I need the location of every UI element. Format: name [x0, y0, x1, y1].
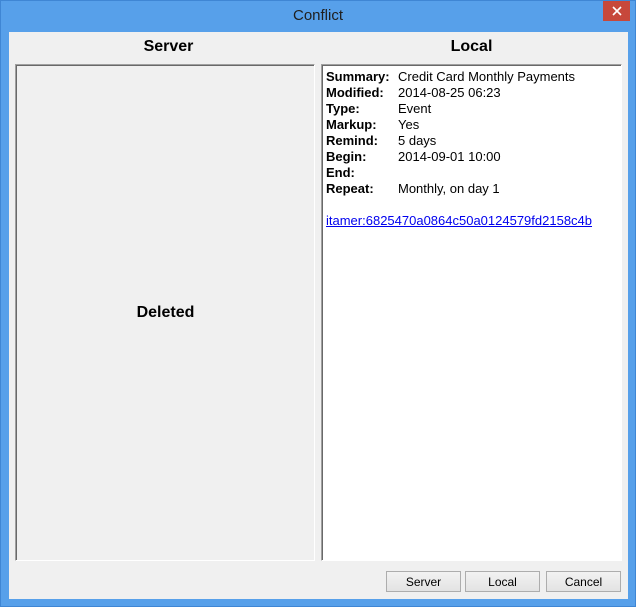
- item-uid-link[interactable]: itamer:6825470a0864c50a0124579fd2158c4b: [326, 213, 621, 229]
- local-header: Local: [450, 38, 493, 55]
- field-value: 5 days: [398, 133, 437, 148]
- field-label: Type:: [326, 101, 360, 116]
- dialog-client-area: Server Local Deleted Summary: Credit Car…: [9, 32, 628, 599]
- field-label: Modified:: [326, 85, 384, 100]
- field-label: Remind:: [326, 133, 378, 148]
- field-value: Yes: [398, 117, 420, 132]
- cancel-button[interactable]: Cancel: [546, 571, 621, 592]
- field-value: Credit Card Monthly Payments: [398, 69, 576, 84]
- window-title: Conflict: [292, 7, 344, 24]
- close-button[interactable]: [603, 1, 630, 21]
- use-local-button[interactable]: Local: [465, 571, 540, 592]
- field-label: Repeat:: [326, 181, 374, 196]
- server-status-text: Deleted: [136, 304, 195, 321]
- field-row-begin: Begin: 2014-09-01 10:00: [326, 149, 621, 165]
- server-header: Server: [143, 38, 194, 55]
- field-label: Markup:: [326, 117, 377, 132]
- field-row-end: End:: [326, 165, 621, 181]
- field-row-modified: Modified: 2014-08-25 06:23: [326, 85, 621, 101]
- conflict-dialog-window: Conflict Server Local Deleted Summary: C…: [0, 0, 636, 607]
- close-icon: [611, 6, 622, 16]
- field-label: End:: [326, 165, 355, 180]
- local-pane[interactable]: Summary: Credit Card Monthly Payments Mo…: [321, 64, 622, 561]
- field-value: 2014-09-01 10:00: [398, 149, 501, 164]
- use-server-button[interactable]: Server: [386, 571, 461, 592]
- field-value: 2014-08-25 06:23: [398, 85, 501, 100]
- field-row-type: Type: Event: [326, 101, 621, 117]
- field-value: Monthly, on day 1: [398, 181, 500, 196]
- field-row-repeat: Repeat: Monthly, on day 1: [326, 181, 621, 197]
- field-label: Summary:: [326, 69, 390, 84]
- field-label: Begin:: [326, 149, 367, 164]
- field-row-markup: Markup: Yes: [326, 117, 621, 133]
- field-row-summary: Summary: Credit Card Monthly Payments: [326, 69, 621, 85]
- title-bar[interactable]: Conflict: [1, 1, 635, 31]
- server-pane: Deleted: [15, 64, 315, 561]
- field-row-remind: Remind: 5 days: [326, 133, 621, 149]
- field-value: Event: [398, 101, 432, 116]
